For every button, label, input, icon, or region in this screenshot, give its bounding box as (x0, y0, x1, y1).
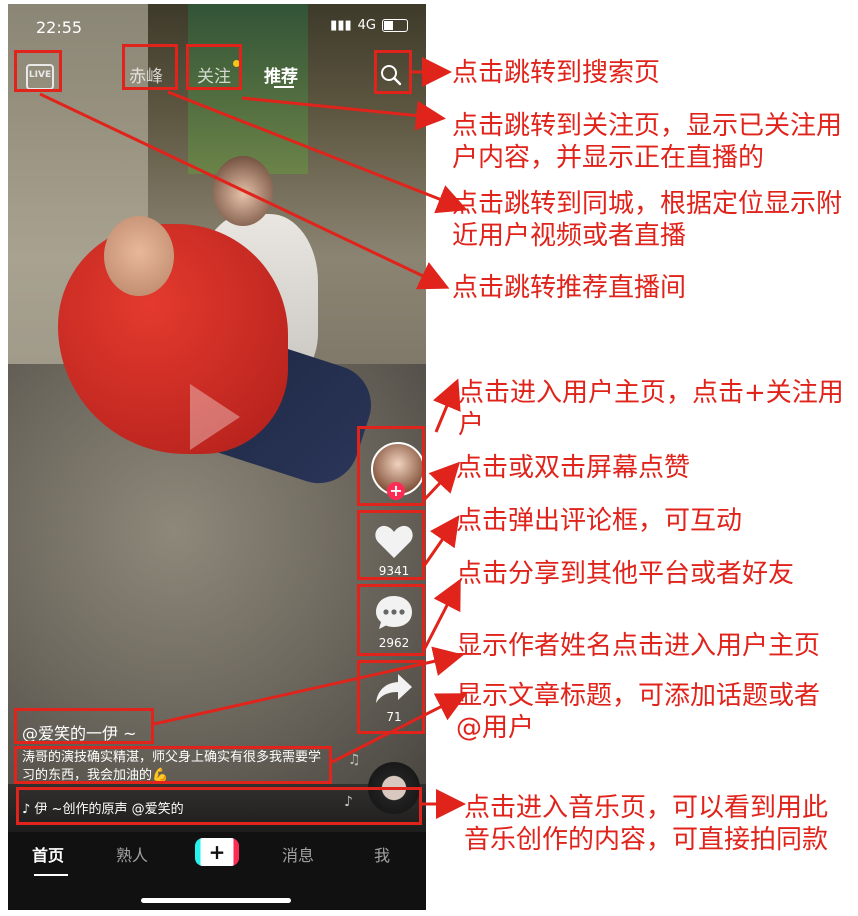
annotation-author: 显示作者姓名点击进入用户主页 (456, 631, 821, 661)
annotation-caption: 显示文章标题，可添加话题或者@用户 (456, 681, 821, 743)
annotation-like: 点击或双击屏幕点赞 (456, 453, 691, 483)
annotation-share: 点击分享到其他平台或者好友 (456, 559, 795, 589)
annotation-follow: 点击跳转到关注页，显示已关注用户内容，并显示正在直播的 (452, 111, 843, 173)
annotation-avatar: 点击进入用户主页，点击+关注用户 (458, 378, 844, 440)
annotation-city: 点击跳转到同城，根据定位显示附近用户视频或者直播 (452, 189, 843, 251)
annotation-music: 点击进入音乐页，可以看到用此音乐创作的内容，可直接拍同款 (464, 793, 829, 855)
annotation-live: 点击跳转推荐直播间 (452, 273, 687, 303)
annotation-search: 点击跳转到搜索页 (452, 58, 661, 88)
annotation-comment: 点击弹出评论框，可互动 (456, 506, 743, 536)
